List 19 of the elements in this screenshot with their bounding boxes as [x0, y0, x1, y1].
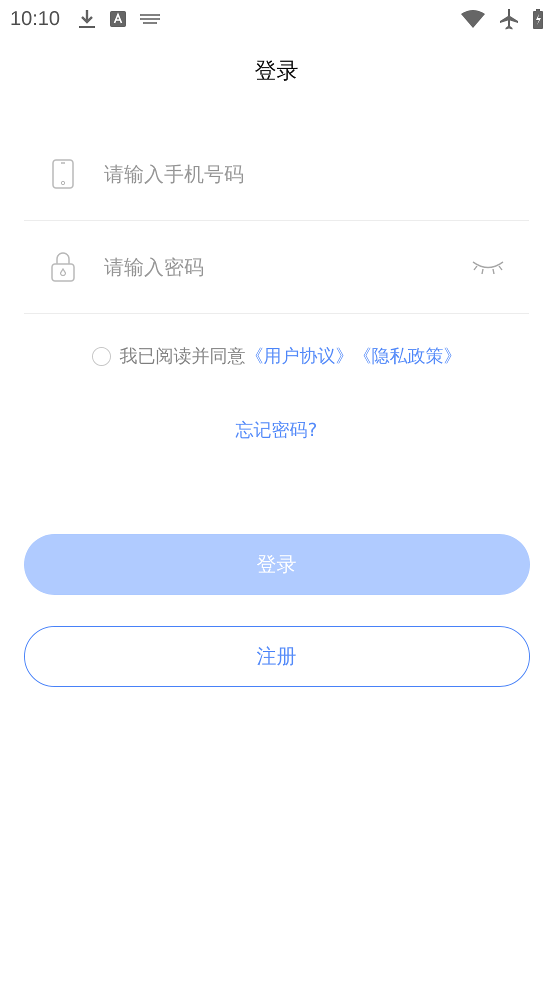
agreement-radio[interactable] [92, 346, 110, 366]
agreement-link[interactable]: 《用户协议》 [246, 344, 354, 368]
battery-icon [533, 9, 543, 29]
keyboard-icon [140, 13, 160, 25]
agreement-text: 我已阅读并同意 [120, 345, 246, 368]
airplane-icon [499, 8, 519, 30]
font-icon [110, 11, 126, 27]
password-input-field[interactable]: 请输入密码 [102, 254, 471, 280]
phone-input-field[interactable]: 请输入手机号码 [102, 161, 529, 187]
forgot-password-link[interactable]: 忘记密码? [236, 420, 318, 441]
lock-icon [50, 252, 76, 282]
wifi-icon [461, 10, 485, 28]
eye-closed-icon[interactable] [471, 259, 505, 275]
agreement-link[interactable]: 《隐私政策》 [354, 344, 462, 368]
register-button[interactable]: 注册 [24, 626, 530, 687]
phone-icon [50, 159, 76, 189]
status-time: 10:10 [10, 8, 60, 30]
page-title: 登录 [254, 58, 300, 86]
download-icon [78, 9, 96, 29]
